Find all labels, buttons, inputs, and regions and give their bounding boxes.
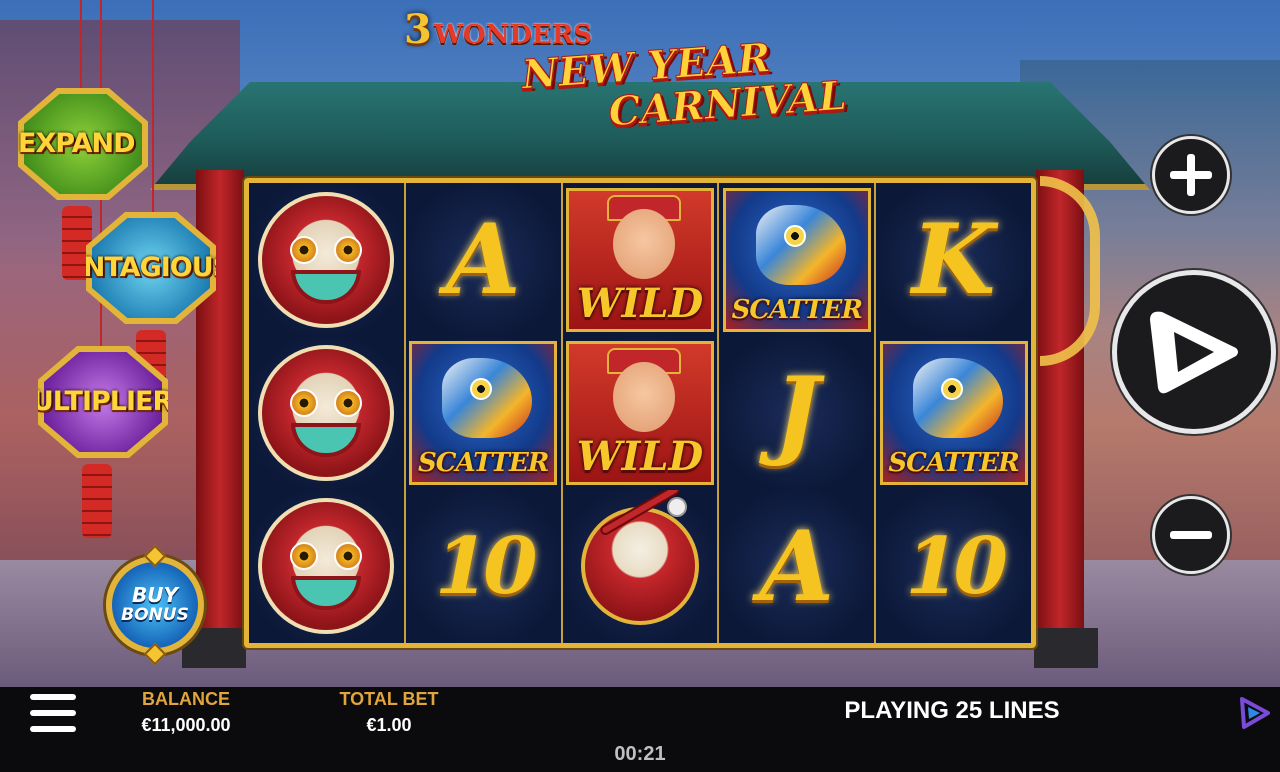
reel-column: K SCATTER 10 bbox=[876, 183, 1031, 643]
feature-badge-expand: EXPAND bbox=[18, 88, 148, 200]
balance-display: BALANCE €11,000.00 bbox=[111, 687, 261, 739]
reel-cell: SCATTER bbox=[719, 183, 875, 337]
buy-bonus-button[interactable]: BUY BONUS bbox=[106, 544, 204, 666]
symbol-10: 10 bbox=[434, 520, 538, 612]
symbol-scatter-dragon-icon: SCATTER bbox=[409, 340, 558, 485]
dragon-eye bbox=[940, 377, 963, 400]
paylines-status: PLAYING 25 LINES bbox=[844, 697, 1060, 724]
reel-column bbox=[249, 183, 406, 643]
reel-cell: SCATTER bbox=[405, 336, 561, 490]
pillar-base-right bbox=[1034, 628, 1098, 668]
symbol-drum-icon bbox=[580, 489, 699, 626]
buy-bonus-label-line2: BONUS bbox=[121, 605, 189, 625]
symbol-wild-icon: WILD bbox=[565, 187, 714, 332]
lion-mouth bbox=[291, 422, 362, 457]
symbol-lion-icon bbox=[258, 344, 395, 481]
reel-cell: 10 bbox=[876, 489, 1031, 643]
hamburger-line bbox=[30, 694, 76, 700]
symbol-lion-icon bbox=[258, 498, 395, 635]
lion-mouth bbox=[291, 269, 362, 304]
provider-logo-icon bbox=[1240, 697, 1270, 729]
reel-cell bbox=[249, 489, 404, 643]
reel-cell bbox=[249, 183, 404, 337]
decrease-bet-button[interactable] bbox=[1152, 496, 1230, 574]
hamburger-line bbox=[30, 710, 76, 716]
hanging-string bbox=[152, 0, 154, 214]
hamburger-line bbox=[30, 726, 76, 732]
game-title-logo: NEW YEAR CARNIVAL bbox=[506, 32, 849, 171]
symbol-scatter-dragon-icon: SCATTER bbox=[722, 187, 871, 332]
wild-face bbox=[612, 208, 675, 279]
brand-logo: 3 WONDERS bbox=[404, 6, 592, 54]
reel-column: WILD WILD bbox=[562, 183, 720, 643]
symbol-scatter-dragon-icon: SCATTER bbox=[879, 340, 1028, 485]
reel-cell bbox=[249, 336, 404, 490]
firecracker-icon bbox=[82, 464, 112, 538]
symbol-a: A bbox=[445, 203, 521, 317]
plus-icon bbox=[1170, 154, 1212, 196]
reel-cell: A bbox=[719, 489, 875, 643]
buy-bonus-label-line1: BUY bbox=[132, 583, 178, 607]
symbol-a: A bbox=[759, 509, 835, 623]
reel-column: SCATTER J A bbox=[719, 183, 877, 643]
symbol-j: J bbox=[774, 356, 820, 470]
scatter-label: SCATTER bbox=[888, 447, 1019, 478]
reel-column: A SCATTER 10 bbox=[405, 183, 563, 643]
lion-eye bbox=[334, 235, 363, 264]
increase-bet-button[interactable] bbox=[1152, 136, 1230, 214]
reel-cell: J bbox=[719, 336, 875, 490]
balance-label: BALANCE bbox=[142, 689, 230, 709]
scatter-label: SCATTER bbox=[731, 294, 863, 325]
reel-cell: 10 bbox=[405, 489, 561, 643]
total-bet-display[interactable]: TOTAL BET €1.00 bbox=[314, 687, 464, 739]
reel-cell: WILD bbox=[562, 183, 718, 337]
symbol-k: K bbox=[911, 203, 996, 317]
lion-eye bbox=[334, 542, 363, 571]
hanging-string bbox=[80, 0, 82, 90]
wild-label: WILD bbox=[576, 279, 704, 327]
lion-eye bbox=[290, 235, 319, 264]
golden-serpent-decoration bbox=[1040, 176, 1100, 366]
spin-button[interactable] bbox=[1112, 270, 1276, 434]
total-bet-label: TOTAL BET bbox=[339, 689, 439, 709]
dragon-eye bbox=[783, 224, 806, 247]
reel-cell: WILD bbox=[562, 336, 718, 490]
symbol-10: 10 bbox=[905, 520, 1008, 612]
wild-face bbox=[612, 361, 675, 432]
symbol-lion-icon bbox=[258, 191, 395, 328]
dragon-eye bbox=[470, 377, 493, 400]
reel-cell: K bbox=[876, 183, 1031, 337]
balance-value: €11,000.00 bbox=[141, 715, 231, 735]
reel-cell: A bbox=[405, 183, 561, 337]
lion-mouth bbox=[291, 576, 362, 611]
reels-grid: A SCATTER 10 WILD WILD SCATTER J A K SCATTER 10 bbox=[244, 178, 1036, 648]
bottom-status-bar: BALANCE €11,000.00 TOTAL BET €1.00 PLAYI… bbox=[0, 687, 1280, 772]
reel-cell: SCATTER bbox=[876, 336, 1031, 490]
brand-logo-word: WONDERS bbox=[433, 20, 593, 50]
drumstick-knob bbox=[666, 497, 687, 518]
session-clock: 00:21 bbox=[614, 743, 666, 765]
minus-icon bbox=[1170, 514, 1212, 556]
brand-logo-number: 3 bbox=[404, 6, 432, 53]
spin-play-icon bbox=[1150, 311, 1238, 394]
lion-eye bbox=[290, 388, 319, 417]
wild-label: WILD bbox=[576, 432, 704, 480]
scatter-label: SCATTER bbox=[417, 447, 549, 478]
menu-button[interactable] bbox=[30, 694, 76, 732]
lion-eye bbox=[334, 388, 363, 417]
lion-eye bbox=[290, 542, 319, 571]
total-bet-value: €1.00 bbox=[366, 715, 412, 735]
feature-label-expand: EXPAND bbox=[18, 128, 135, 159]
reel-cell bbox=[562, 489, 718, 643]
symbol-wild-icon: WILD bbox=[565, 340, 714, 485]
